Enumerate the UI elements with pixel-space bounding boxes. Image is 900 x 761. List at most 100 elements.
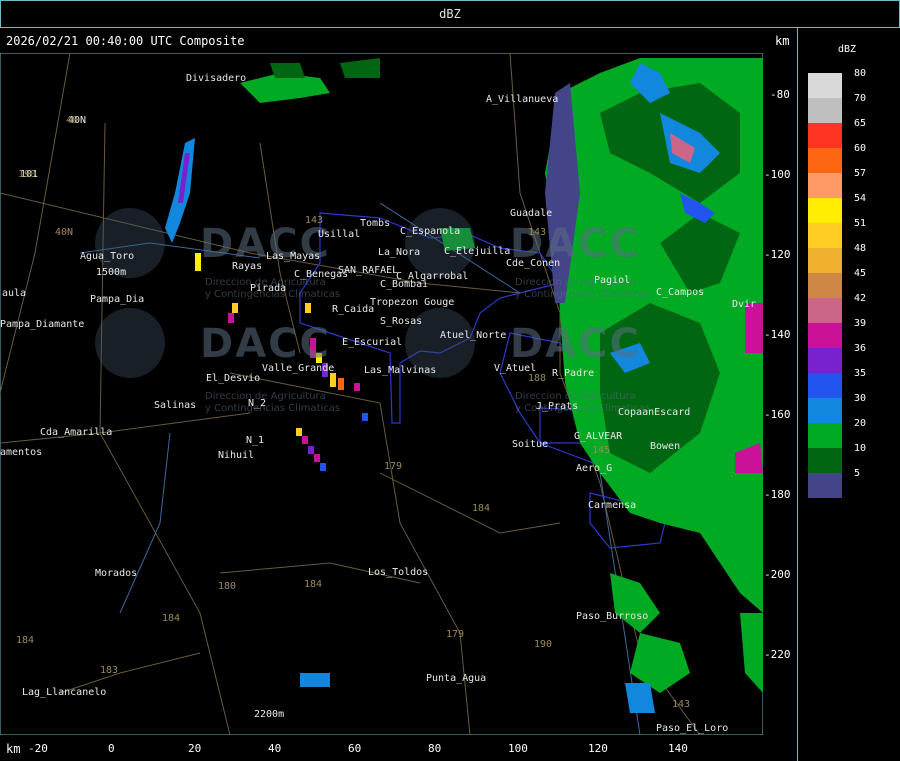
road-number: 143 <box>305 215 324 226</box>
road-number: 143 <box>528 227 547 238</box>
place-label: A_Villanueva <box>486 94 559 105</box>
legend-swatch <box>808 298 842 323</box>
place-label: Soitue <box>512 439 549 450</box>
y-tick-label: -120 <box>764 248 791 261</box>
legend-value: 54 <box>854 193 867 204</box>
y-tick-label: -100 <box>764 168 791 181</box>
place-label: Morados <box>95 568 138 579</box>
place-label: Dvir <box>732 299 757 310</box>
legend-swatch <box>808 123 842 148</box>
y-tick-label: -180 <box>764 488 791 501</box>
legend-swatch <box>808 348 842 373</box>
road-number: 145 <box>592 445 611 456</box>
road-number: 190 <box>534 639 553 650</box>
legend-swatch <box>808 323 842 348</box>
place-label: G_ALVEAR <box>574 431 623 442</box>
place-label: 2200m <box>254 709 285 720</box>
place-label: Pirada <box>250 283 287 294</box>
place-label: E_Escurial <box>342 337 403 348</box>
y-unit-label: km <box>775 34 790 48</box>
place-label: La_Nora <box>378 247 421 258</box>
place-label: Nihuil <box>218 450 255 461</box>
place-label: Aero_G <box>576 463 613 474</box>
x-unit-label: km <box>6 742 21 756</box>
road-number: 188 <box>528 373 547 384</box>
legend-swatch <box>808 173 842 198</box>
place-label: Valle_Grande <box>262 363 335 374</box>
y-tick-label: -140 <box>764 328 791 341</box>
place-label: N_2 <box>248 398 267 409</box>
road-number: 184 <box>16 635 35 646</box>
x-tick-label: 40 <box>268 742 282 755</box>
road-number: 179 <box>446 629 465 640</box>
window-title: dBZ <box>439 7 461 21</box>
place-label: Los_Toldos <box>368 567 429 578</box>
radar-map-canvas <box>0 53 763 735</box>
place-label: Tombs <box>360 218 391 229</box>
timestamp-label: 2026/02/21 00:40:00 UTC Composite <box>6 34 245 48</box>
legend-value: 60 <box>854 143 867 154</box>
legend-swatch <box>808 98 842 123</box>
radar-map[interactable]: DACC DACC DACC DACC Direccion de Agricul… <box>0 53 763 735</box>
x-tick-label: -20 <box>28 742 48 755</box>
legend-value: 20 <box>854 418 867 429</box>
place-label: Pampa_Dia <box>90 294 145 305</box>
legend-value: 57 <box>854 168 867 179</box>
place-label: C_Bombai <box>380 279 429 290</box>
x-tick-label: 60 <box>348 742 362 755</box>
place-label: Rayas <box>232 261 263 272</box>
x-tick-label: 100 <box>508 742 528 755</box>
legend-swatch <box>808 373 842 398</box>
watermark-brand: DACC <box>510 321 641 367</box>
legend-swatch <box>808 473 842 498</box>
road-number: 143 <box>672 699 691 710</box>
road-number: 184 <box>304 579 323 590</box>
place-label: CopaanEscard <box>618 407 691 418</box>
legend-value: 45 <box>854 268 867 279</box>
place-label: Carmensa <box>588 500 637 511</box>
y-tick-label: -200 <box>764 568 791 581</box>
legend-value: 30 <box>854 393 867 404</box>
road-number: 184 <box>472 503 491 514</box>
road-number: 184 <box>162 613 181 624</box>
y-tick-label: -220 <box>764 648 791 661</box>
place-label: C_Benegas <box>294 269 349 280</box>
legend-value: 51 <box>854 218 867 229</box>
place-label: S_Rosas <box>380 316 423 327</box>
place-label: Las_Malvinas <box>364 365 437 376</box>
legend-swatch <box>808 273 842 298</box>
y-tick-label: -80 <box>770 88 790 101</box>
road-number: 40N <box>55 227 74 238</box>
place-label: J_Prats <box>536 401 579 412</box>
legend-swatch <box>808 448 842 473</box>
place-label: Usillal <box>318 229 361 240</box>
place-label: Las_Mayas <box>266 251 321 262</box>
legend-value: 42 <box>854 293 867 304</box>
place-label: Paso_Burroso <box>576 611 649 622</box>
y-tick-label: -160 <box>764 408 791 421</box>
legend-divider <box>797 28 798 761</box>
window-title-bar: dBZ <box>0 0 900 28</box>
legend-value: 39 <box>854 318 867 329</box>
legend-swatch <box>808 73 842 98</box>
place-label: Atuel_Norte <box>440 330 507 341</box>
x-tick-label: 80 <box>428 742 442 755</box>
legend-value: 10 <box>854 443 867 454</box>
place-label: amentos <box>0 447 43 458</box>
x-tick-label: 0 <box>108 742 115 755</box>
legend-value: 70 <box>854 93 867 104</box>
road-number: 180 <box>218 581 237 592</box>
place-label: Lag_Llancanelo <box>22 687 107 698</box>
x-tick-label: 140 <box>668 742 688 755</box>
watermark-brand: DACC <box>200 321 331 367</box>
place-label: El_Desvio <box>206 373 261 384</box>
place-label: Salinas <box>154 400 197 411</box>
legend-swatch <box>808 248 842 273</box>
place-label: R_Caida <box>332 304 375 315</box>
place-label: C_Espanola <box>400 226 461 237</box>
place-label: Divisadero <box>186 73 247 84</box>
place-label: aula <box>2 288 27 299</box>
place-label: N_1 <box>246 435 265 446</box>
legend-value: 5 <box>854 468 861 479</box>
place-label: Tropezon Gouge <box>370 297 455 308</box>
